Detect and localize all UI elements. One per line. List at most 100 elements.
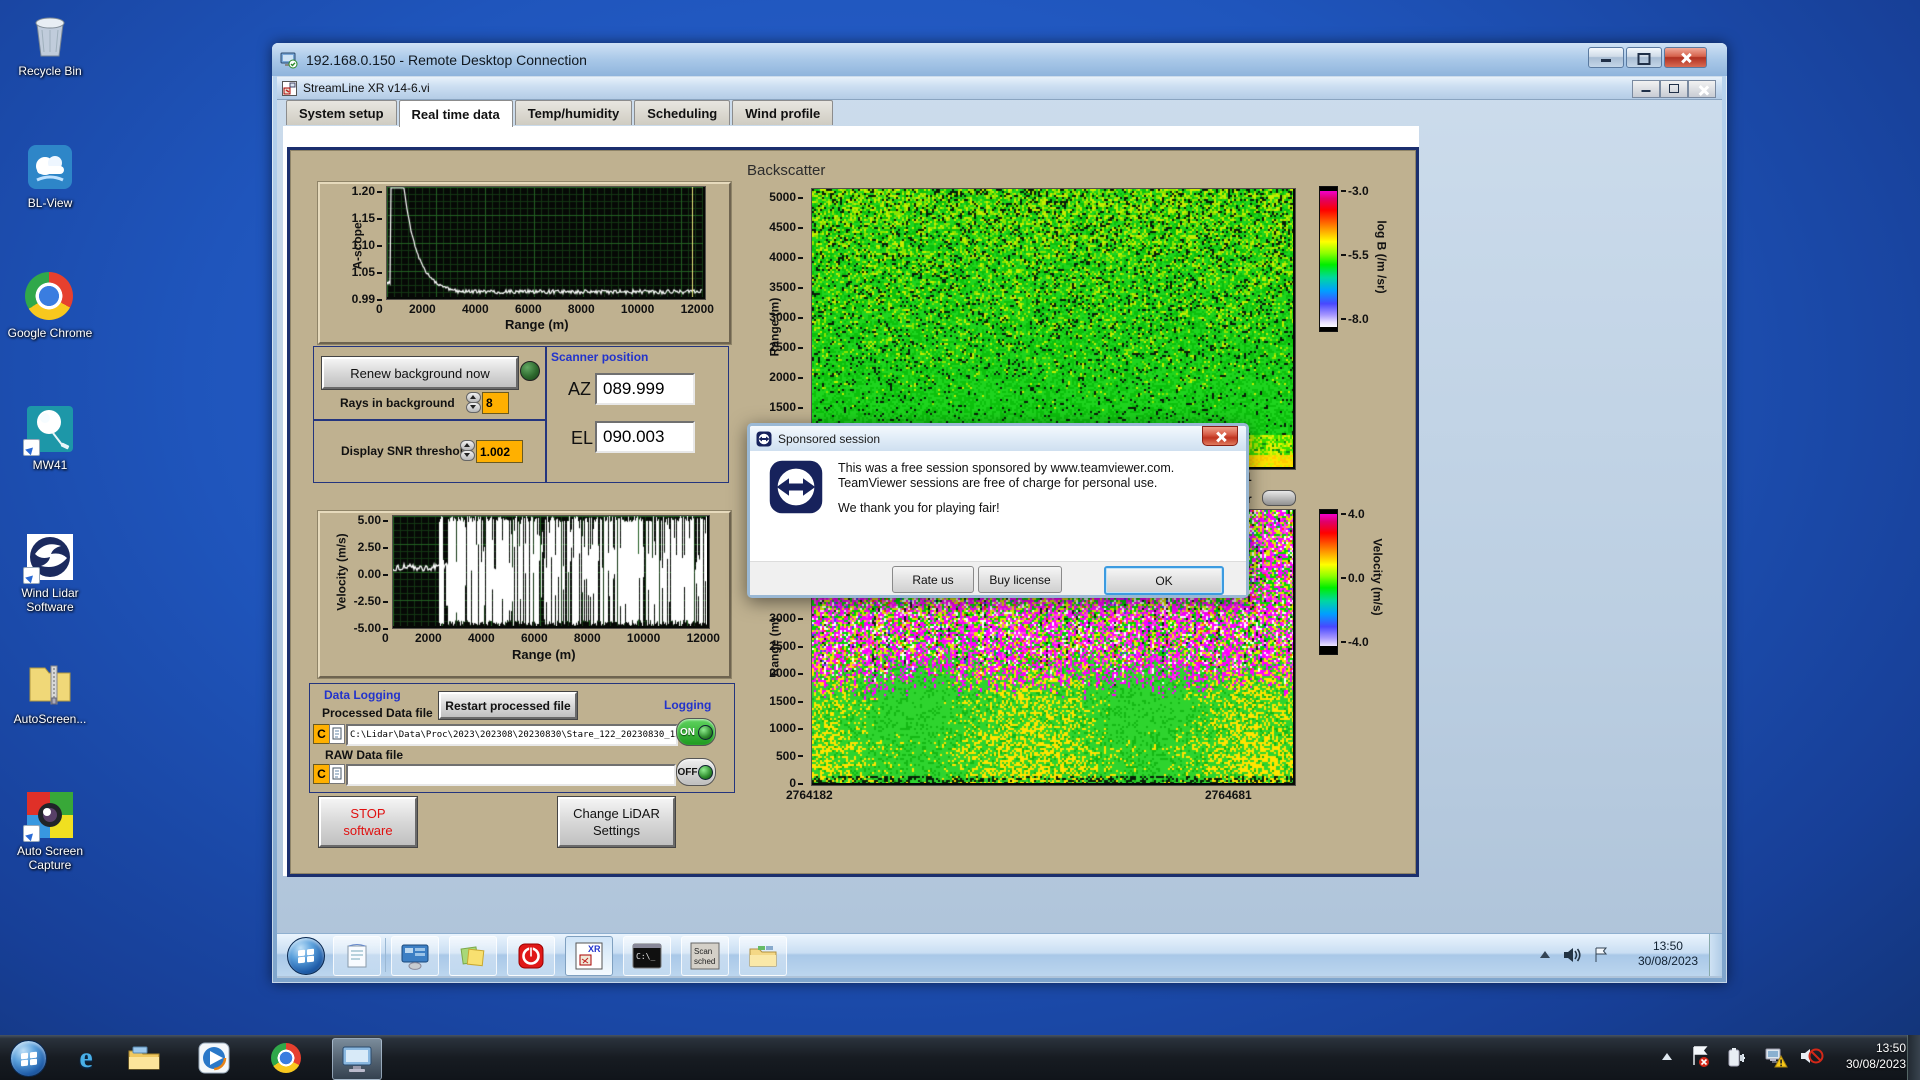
bmap-yticks: 5000 4500 4000 3500 3000 2500 2000 1500 …: [755, 190, 803, 444]
spin-down-icon[interactable]: [466, 402, 481, 413]
rate-us-button[interactable]: Rate us: [892, 566, 974, 593]
desktop-icon-bl-view[interactable]: BL-View: [4, 142, 96, 210]
volume-muted-icon[interactable]: [1800, 1046, 1824, 1066]
colorbar-cap: [1320, 327, 1337, 331]
taskbar-scan-scheduler-button[interactable]: Scan sched: [681, 936, 729, 976]
background-led: [520, 361, 540, 381]
desktop-icon-recycle-bin[interactable]: Recycle Bin: [4, 10, 96, 78]
dialog-close-button[interactable]: [1202, 426, 1238, 446]
vmap-colorbar-ticks: 4.0 0.0 -4.0: [1341, 507, 1369, 649]
az-value-field[interactable]: 089.999: [595, 373, 695, 405]
renew-background-button[interactable]: Renew background now: [322, 357, 518, 389]
close-button[interactable]: [1664, 47, 1707, 68]
tab-wind-profile[interactable]: Wind profile: [732, 100, 833, 125]
desktop-icon-autoscreen-zip[interactable]: AutoScreen...: [4, 658, 96, 726]
raw-path-field[interactable]: [346, 764, 676, 786]
app-restore-button[interactable]: [1660, 80, 1688, 98]
rays-value[interactable]: 8: [482, 392, 509, 414]
processed-drive-letter[interactable]: C: [313, 724, 330, 744]
desktop-icon-mw41[interactable]: MW41: [4, 404, 96, 472]
buy-license-button[interactable]: Buy license: [978, 566, 1062, 593]
xtick: 2000: [415, 631, 442, 645]
bmap-colorbar: [1319, 186, 1338, 332]
svg-text:C:\_: C:\_: [636, 952, 655, 961]
minimize-button[interactable]: [1588, 47, 1624, 68]
close-icon: [1215, 431, 1225, 441]
remote-clock[interactable]: 13:50 30/08/2023: [1638, 939, 1698, 969]
gain-slider-knob[interactable]: [1262, 490, 1296, 506]
auto-screen-capture-icon: [25, 790, 75, 840]
taskbar-display-settings-button[interactable]: [391, 936, 439, 976]
taskbar-command-prompt-button[interactable]: C:\_: [623, 936, 671, 976]
ascope-xlabel: Range (m): [505, 317, 569, 332]
tab-label: Real time data: [412, 107, 500, 122]
desktop-icon-wind-lidar[interactable]: Wind Lidar Software: [4, 532, 96, 614]
colorbar-cap: [1320, 646, 1337, 654]
rdp-app-icon: [280, 51, 298, 69]
taskbar-chrome-button[interactable]: [262, 1038, 310, 1078]
ascope-plot: [386, 186, 706, 300]
wind-lidar-icon: [25, 532, 75, 582]
data-logging-title: Data Logging: [324, 688, 401, 702]
start-button[interactable]: [10, 1040, 47, 1077]
taskbar-shutdown-button[interactable]: [507, 936, 555, 976]
app-minimize-button[interactable]: [1632, 80, 1660, 98]
minimize-icon: [1601, 59, 1611, 62]
remote-start-button[interactable]: [287, 937, 325, 975]
app-close-button[interactable]: [1688, 80, 1716, 98]
remote-show-desktop-button[interactable]: [1709, 934, 1722, 976]
desktop-icon-google-chrome[interactable]: Google Chrome: [4, 272, 96, 340]
volume-icon[interactable]: [1562, 946, 1582, 964]
app-titlebar[interactable]: StreamLine XR v14-6.vi: [277, 77, 1722, 100]
taskbar-folder-button[interactable]: [739, 936, 787, 976]
taskbar-sticky-notes-button[interactable]: [449, 936, 497, 976]
rdp-window-title: 192.168.0.150 - Remote Desktop Connectio…: [306, 52, 587, 68]
action-center-flag-icon[interactable]: [1690, 1046, 1710, 1068]
dialog-titlebar[interactable]: Sponsored session: [750, 426, 1246, 451]
desktop-icon-auto-screen-capture[interactable]: Auto Screen Capture: [4, 790, 96, 872]
tab-temp-humidity[interactable]: Temp/humidity: [515, 100, 632, 125]
tray-expand-icon[interactable]: [1662, 1053, 1672, 1060]
taskbar-media-player-button[interactable]: [190, 1038, 238, 1078]
path-browse-icon[interactable]: [329, 724, 345, 744]
rdp-titlebar[interactable]: 192.168.0.150 - Remote Desktop Connectio…: [272, 43, 1727, 76]
tab-real-time-data[interactable]: Real time data: [399, 100, 513, 127]
taskbar-explorer-button[interactable]: [120, 1038, 168, 1078]
path-browse-icon[interactable]: [329, 764, 345, 784]
el-value-field[interactable]: 090.003: [595, 421, 695, 453]
taskbar-internet-explorer-button[interactable]: e: [62, 1038, 110, 1078]
rays-spinner[interactable]: [466, 392, 479, 412]
raw-logging-toggle[interactable]: OFF: [676, 758, 716, 786]
restart-processed-button[interactable]: Restart processed file: [439, 692, 577, 719]
processed-logging-toggle[interactable]: ON: [676, 718, 716, 746]
show-desktop-button[interactable]: [1907, 1035, 1920, 1080]
tray-expand-icon[interactable]: [1540, 951, 1550, 958]
maximize-button[interactable]: [1626, 47, 1662, 68]
tab-system-setup[interactable]: System setup: [286, 100, 397, 125]
processed-path-field[interactable]: C:\Lidar\Data\Proc\2023\202308\20230830\…: [346, 724, 678, 746]
taskbar-notepad-button[interactable]: [333, 936, 381, 976]
stop-software-button[interactable]: STOP software: [319, 797, 417, 847]
clock[interactable]: 13:50 30/08/2023: [1846, 1040, 1906, 1072]
maximize-icon: [1638, 53, 1651, 65]
vmap-colorbar-label: Velocity (m/s): [1371, 538, 1385, 615]
tab-scheduling[interactable]: Scheduling: [634, 100, 730, 125]
snr-spinner[interactable]: [460, 440, 473, 460]
raw-drive-letter[interactable]: C: [313, 764, 330, 784]
ytick: 4000: [769, 250, 803, 264]
taskbar-streamline-xr-button[interactable]: XR: [565, 936, 613, 976]
desktop: Recycle Bin BL-View Google Chrome MW41 W…: [0, 0, 1920, 1080]
snr-value[interactable]: 1.002: [476, 440, 523, 463]
network-warning-icon[interactable]: [1764, 1046, 1788, 1068]
toggle-label: OFF: [677, 767, 698, 778]
change-lidar-settings-button[interactable]: Change LiDAR Settings: [558, 797, 675, 847]
action-center-flag-icon[interactable]: [1592, 946, 1610, 964]
ascope-xticks: 0 2000 4000 6000 8000 10000 12000: [376, 302, 714, 316]
remote-date: 30/08/2023: [1638, 954, 1698, 969]
power-plug-icon[interactable]: [1726, 1046, 1748, 1068]
display-settings-icon: [400, 942, 430, 970]
teamviewer-icon: [756, 431, 772, 447]
taskbar-rdp-button[interactable]: [332, 1038, 382, 1080]
ok-button[interactable]: OK: [1104, 566, 1224, 595]
spin-down-icon[interactable]: [460, 450, 475, 461]
